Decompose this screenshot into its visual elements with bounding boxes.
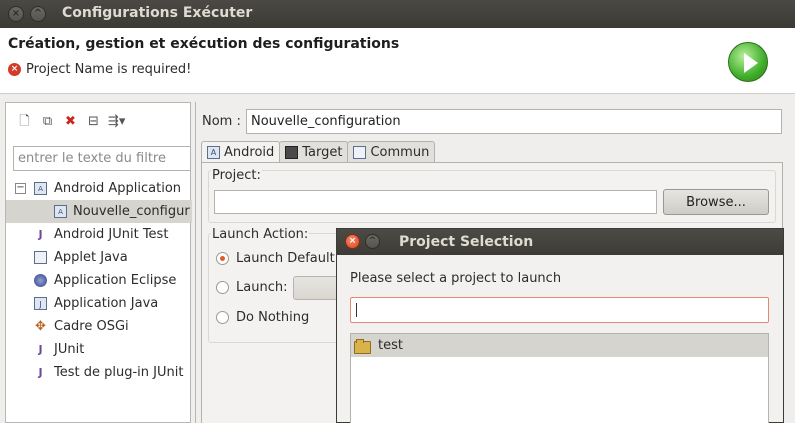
close-window-icon[interactable]: × [8, 6, 24, 22]
tab-android[interactable]: A Android [201, 141, 281, 163]
filter-icon[interactable]: ⇶▾ [108, 113, 125, 130]
header-title: Création, gestion et exécution des confi… [8, 36, 400, 52]
radio-launch-default[interactable]: Launch Default [216, 251, 335, 266]
tree-item-applet-java[interactable]: Applet Java [6, 246, 192, 269]
android-config-icon: A [54, 205, 67, 218]
run-icon [728, 42, 768, 82]
junit-icon: J [38, 228, 43, 241]
tree-item-label: Application Eclipse [54, 273, 177, 288]
project-list: test [350, 333, 769, 423]
tree-item-junit[interactable]: J JUnit [6, 338, 192, 361]
text-caret [356, 303, 357, 317]
list-item-label: test [378, 338, 403, 353]
launch-action-label: Launch Action: [211, 227, 310, 242]
new-config-icon[interactable]: 🗋 [16, 113, 33, 130]
configuration-list-panel: 🗋 ⧉ ✖ ⊟ ⇶▾ − A Android Application A Nou… [5, 102, 192, 423]
tab-target[interactable]: Target [279, 141, 349, 162]
delete-icon[interactable]: ✖ [62, 113, 79, 130]
junit-icon: J [38, 343, 43, 356]
tree-item-android-application[interactable]: − A Android Application [6, 177, 192, 200]
dialog-header: Création, gestion et exécution des confi… [0, 28, 795, 94]
tree-item-application-java[interactable]: J Application Java [6, 292, 192, 315]
name-input[interactable] [246, 109, 782, 134]
close-icon[interactable]: × [345, 234, 360, 249]
osgi-icon: ✥ [35, 319, 46, 334]
window-titlebar: × ^ Configurations Exécuter [0, 0, 795, 28]
android-tab-icon: A [207, 146, 220, 159]
radio-label: Launch: [236, 280, 288, 295]
tree-item-label: Android JUnit Test [54, 227, 169, 242]
collapse-icon[interactable]: − [15, 183, 26, 194]
tab-label: Android [224, 145, 275, 160]
window-title: Configurations Exécuter [62, 5, 253, 21]
radio-icon [216, 281, 229, 294]
dialog-titlebar: × ^ Project Selection [337, 229, 783, 255]
radio-icon [216, 311, 229, 324]
java-app-icon: J [34, 297, 47, 310]
error-icon: × [8, 63, 21, 76]
dialog-message: Please select a project to launch [350, 271, 562, 286]
project-search-input[interactable] [350, 297, 769, 323]
tab-commun[interactable]: Commun [347, 141, 436, 162]
tree-item-nouvelle-configuration[interactable]: A Nouvelle_configur [6, 200, 192, 223]
error-text: Project Name is required! [26, 62, 192, 77]
tree-item-label: Cadre OSGi [54, 319, 129, 334]
tree-item-test-plugin-junit[interactable]: J Test de plug-in JUnit [6, 361, 192, 384]
tree-item-application-eclipse[interactable]: Application Eclipse [6, 269, 192, 292]
eclipse-icon [34, 274, 47, 287]
radio-launch[interactable]: Launch: [216, 280, 287, 295]
error-message: × Project Name is required! [8, 62, 191, 77]
junit-plugin-icon: J [38, 366, 43, 379]
tab-label: Commun [370, 144, 430, 160]
tree-item-label: Application Java [54, 296, 159, 311]
config-tabs: A Android Target Commun [201, 141, 436, 163]
tree-item-label: Applet Java [54, 250, 128, 265]
tree-item-cadre-osgi[interactable]: ✥ Cadre OSGi [6, 315, 192, 338]
project-input[interactable] [214, 190, 657, 214]
collapse-all-icon[interactable]: ⊟ [85, 113, 102, 130]
radio-label: Launch Default [236, 251, 335, 266]
project-selection-dialog: × ^ Project Selection Please select a pr… [336, 228, 784, 423]
android-app-icon: A [34, 182, 47, 195]
maximize-window-icon[interactable]: ^ [30, 6, 46, 22]
tree-item-label: Android Application [54, 181, 182, 196]
left-toolbar: 🗋 ⧉ ✖ ⊟ ⇶▾ [16, 113, 125, 130]
project-folder-icon [354, 339, 371, 354]
radio-label: Do Nothing [236, 310, 310, 325]
tree-item-label: Nouvelle_configur [73, 204, 190, 219]
filter-input[interactable] [13, 146, 191, 171]
commun-tab-icon [353, 145, 367, 159]
list-item[interactable]: test [351, 334, 768, 357]
target-tab-icon [285, 145, 299, 159]
applet-icon [34, 251, 47, 264]
dialog-title: Project Selection [399, 234, 534, 250]
browse-button[interactable]: Browse... [663, 189, 769, 215]
config-tree: − A Android Application A Nouvelle_confi… [6, 177, 192, 384]
project-label: Project: [211, 168, 262, 183]
radio-selected-icon [216, 252, 229, 265]
tree-item-android-junit-test[interactable]: J Android JUnit Test [6, 223, 192, 246]
tree-item-label: JUnit [54, 342, 85, 357]
maximize-icon[interactable]: ^ [365, 234, 380, 249]
name-label: Nom : [202, 114, 241, 129]
tab-label: Target [302, 144, 343, 160]
duplicate-icon[interactable]: ⧉ [39, 113, 56, 130]
radio-do-nothing[interactable]: Do Nothing [216, 310, 309, 325]
tree-item-label: Test de plug-in JUnit [54, 365, 184, 380]
